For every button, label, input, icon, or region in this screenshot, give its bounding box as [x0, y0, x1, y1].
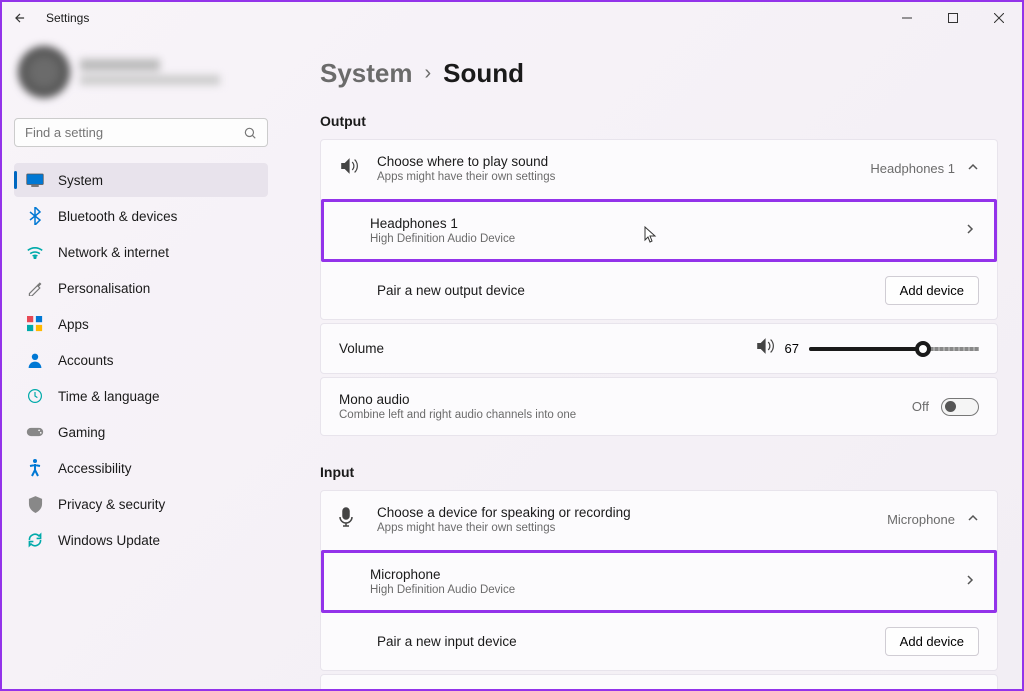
- input-volume-row: Volume 96 —: [321, 675, 997, 689]
- nav-item-privacy[interactable]: Privacy & security: [14, 487, 268, 521]
- nav-item-accessibility[interactable]: Accessibility: [14, 451, 268, 485]
- chevron-right-icon: [964, 222, 976, 240]
- row-title: Choose a device for speaking or recordin…: [377, 505, 887, 520]
- input-choose-row[interactable]: Choose a device for speaking or recordin…: [321, 491, 997, 548]
- row-subtitle: High Definition Audio Device: [370, 233, 964, 245]
- nav-label: Privacy & security: [58, 497, 165, 512]
- speaker-icon[interactable]: [755, 338, 775, 359]
- output-pair-row: Pair a new output device Add device: [321, 262, 997, 319]
- chevron-up-icon: [967, 160, 979, 178]
- window-title: Settings: [46, 11, 89, 25]
- nav-item-personalisation[interactable]: Personalisation: [14, 271, 268, 305]
- nav-label: Personalisation: [58, 281, 150, 296]
- speaker-icon: [339, 158, 359, 179]
- nav-label: Time & language: [58, 389, 160, 404]
- nav-item-update[interactable]: Windows Update: [14, 523, 268, 557]
- chevron-up-icon: [967, 511, 979, 529]
- nav-label: Windows Update: [58, 533, 160, 548]
- output-device-value: Headphones 1: [870, 161, 955, 176]
- row-subtitle: Apps might have their own settings: [377, 522, 887, 534]
- nav-item-apps[interactable]: Apps: [14, 307, 268, 341]
- content: System › Sound Output Choose where to pl…: [280, 34, 1022, 689]
- maximize-button[interactable]: [930, 2, 976, 34]
- microphone-icon: [339, 507, 359, 532]
- bluetooth-icon: [26, 207, 44, 225]
- row-title: Pair a new output device: [377, 283, 885, 298]
- toggle-state: Off: [912, 399, 929, 414]
- output-volume-slider[interactable]: [809, 347, 979, 351]
- row-subtitle: Apps might have their own settings: [377, 171, 870, 183]
- output-device-row[interactable]: Headphones 1 High Definition Audio Devic…: [321, 199, 997, 262]
- output-choose-row[interactable]: Choose where to play sound Apps might ha…: [321, 140, 997, 197]
- nav-label: System: [58, 173, 103, 188]
- row-title: Mono audio: [339, 392, 912, 407]
- row-subtitle: Combine left and right audio channels in…: [339, 409, 912, 421]
- close-button[interactable]: [976, 2, 1022, 34]
- breadcrumb: System › Sound: [320, 58, 998, 89]
- profile-email: [80, 75, 220, 85]
- back-button[interactable]: [10, 8, 30, 28]
- chevron-right-icon: [964, 573, 976, 591]
- nav-item-gaming[interactable]: Gaming: [14, 415, 268, 449]
- avatar: [18, 46, 70, 98]
- add-output-device-button[interactable]: Add device: [885, 276, 979, 305]
- row-title: Choose where to play sound: [377, 154, 870, 169]
- network-icon: [26, 243, 44, 261]
- input-device-value: Microphone: [887, 512, 955, 527]
- nav-item-accounts[interactable]: Accounts: [14, 343, 268, 377]
- profile-block[interactable]: [14, 42, 268, 110]
- output-section-title: Output: [320, 113, 998, 129]
- titlebar: Settings: [2, 2, 1022, 34]
- apps-icon: [26, 315, 44, 333]
- nav-item-time[interactable]: Time & language: [14, 379, 268, 413]
- search-input[interactable]: [25, 125, 243, 140]
- accounts-icon: [26, 351, 44, 369]
- time-icon: [26, 387, 44, 405]
- search-icon: [243, 126, 257, 140]
- row-title: Pair a new input device: [377, 634, 885, 649]
- nav-label: Bluetooth & devices: [58, 209, 177, 224]
- gaming-icon: [26, 423, 44, 441]
- row-title: Volume: [339, 341, 755, 356]
- accessibility-icon: [26, 459, 44, 477]
- mono-audio-row[interactable]: Mono audio Combine left and right audio …: [321, 378, 997, 435]
- breadcrumb-parent[interactable]: System: [320, 58, 413, 89]
- minimize-button[interactable]: [884, 2, 930, 34]
- mono-audio-toggle[interactable]: [941, 398, 979, 416]
- nav-label: Apps: [58, 317, 89, 332]
- volume-value: 67: [785, 341, 799, 356]
- nav-item-system[interactable]: System: [14, 163, 268, 197]
- breadcrumb-current: Sound: [443, 58, 524, 89]
- add-input-device-button[interactable]: Add device: [885, 627, 979, 656]
- nav-label: Gaming: [58, 425, 105, 440]
- system-icon: [26, 171, 44, 189]
- nav-label: Accounts: [58, 353, 114, 368]
- output-volume-row: Volume 67: [321, 324, 997, 373]
- chevron-right-icon: ›: [425, 62, 432, 85]
- nav-item-network[interactable]: Network & internet: [14, 235, 268, 269]
- nav-label: Accessibility: [58, 461, 132, 476]
- row-title: Microphone: [370, 567, 964, 582]
- nav-label: Network & internet: [58, 245, 169, 260]
- personalisation-icon: [26, 279, 44, 297]
- row-subtitle: High Definition Audio Device: [370, 584, 964, 596]
- search-box[interactable]: [14, 118, 268, 147]
- row-title: Headphones 1: [370, 216, 964, 231]
- input-section-title: Input: [320, 464, 998, 480]
- sidebar: System Bluetooth & devices Network & int…: [2, 34, 280, 689]
- update-icon: [26, 531, 44, 549]
- nav-list: System Bluetooth & devices Network & int…: [14, 163, 268, 557]
- privacy-icon: [26, 495, 44, 513]
- input-pair-row: Pair a new input device Add device: [321, 613, 997, 670]
- nav-item-bluetooth[interactable]: Bluetooth & devices: [14, 199, 268, 233]
- profile-name: [80, 59, 160, 71]
- input-device-row[interactable]: Microphone High Definition Audio Device: [321, 550, 997, 613]
